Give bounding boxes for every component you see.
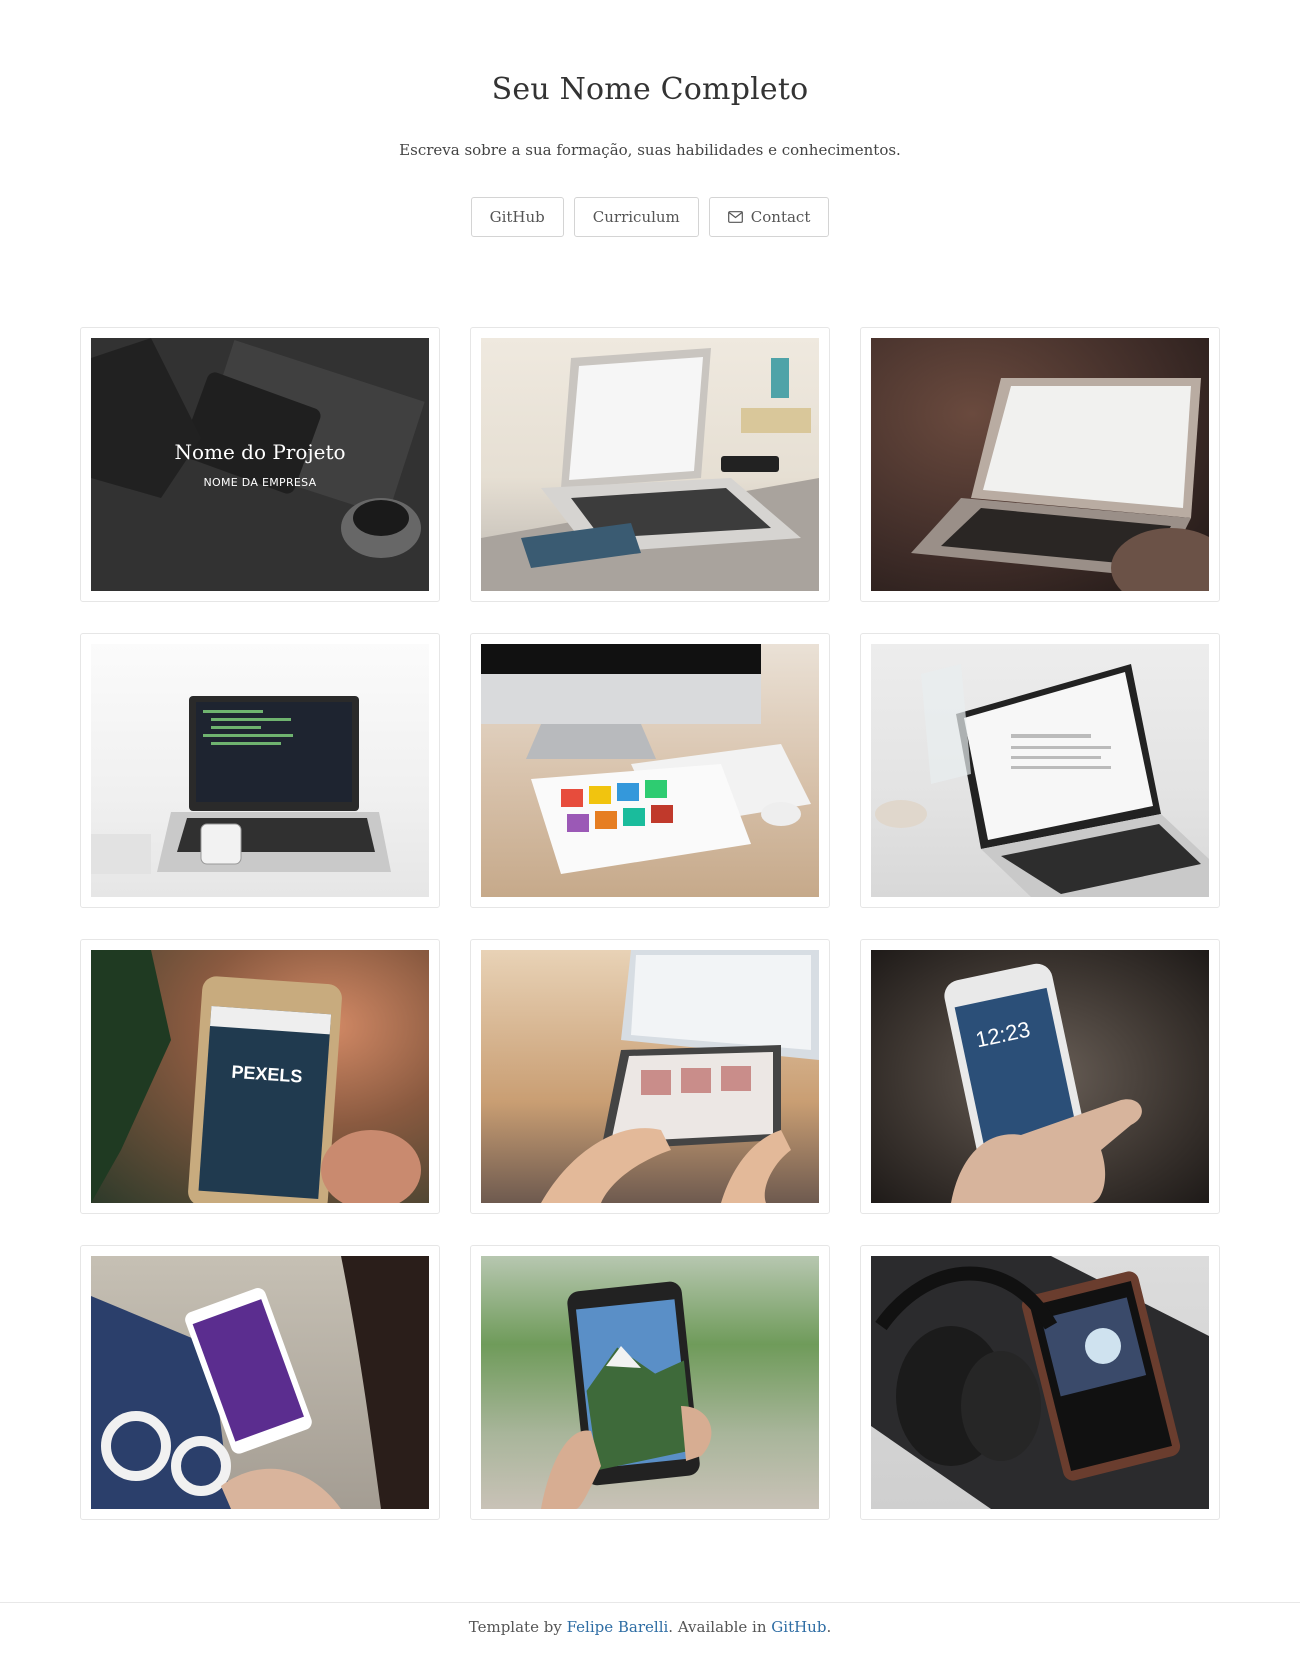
project-card[interactable] — [860, 1245, 1220, 1520]
project-image — [871, 338, 1209, 591]
author-link[interactable]: Felipe Barelli — [567, 1618, 669, 1636]
project-image — [481, 1256, 819, 1509]
project-image — [481, 644, 819, 897]
project-image: Nome do Projeto NOME DA EMPRESA — [91, 338, 429, 591]
project-image — [91, 1256, 429, 1509]
page-title: Seu Nome Completo — [491, 72, 809, 107]
project-title: Nome do Projeto — [174, 440, 346, 464]
laptop-photo — [911, 378, 1209, 591]
phone-photo — [541, 1281, 712, 1509]
phone-photo — [871, 1256, 1209, 1509]
contact-button-label: Contact — [750, 208, 811, 226]
project-company: NOME DA EMPRESA — [203, 476, 317, 489]
project-card[interactable]: PEXELS — [80, 939, 440, 1214]
tablet-photo — [541, 950, 819, 1203]
project-image: PEXELS — [91, 950, 429, 1203]
project-card[interactable]: Nome do Projeto NOME DA EMPRESA — [80, 327, 440, 602]
github-button[interactable]: GitHub — [470, 197, 564, 237]
project-image — [481, 338, 819, 591]
phone-photo: 12:23 — [944, 963, 1142, 1203]
project-image — [91, 644, 429, 897]
project-card[interactable] — [860, 633, 1220, 908]
project-card[interactable] — [470, 939, 830, 1214]
project-card[interactable]: 12:23 — [860, 939, 1220, 1214]
page-subtitle: Escreva sobre a sua formação, suas habil… — [399, 141, 901, 159]
footer-prefix: Template by — [468, 1618, 567, 1636]
project-image — [871, 1256, 1209, 1509]
header-buttons: GitHub Curriculum Contact — [0, 197, 1300, 237]
project-image: 12:23 — [871, 950, 1209, 1203]
laptop-photo — [875, 664, 1209, 897]
project-card[interactable] — [470, 327, 830, 602]
project-grid: Nome do Projeto NOME DA EMPRESA PEXELS 1… — [80, 327, 1220, 1520]
project-card[interactable] — [80, 633, 440, 908]
project-overlay: Nome do Projeto NOME DA EMPRESA — [91, 338, 429, 591]
footer-middle: . Available in — [668, 1618, 772, 1636]
tablet-photo — [481, 644, 811, 874]
footer-suffix: . — [826, 1618, 832, 1636]
project-card[interactable] — [80, 1245, 440, 1520]
laptop-photo — [91, 696, 391, 874]
github-button-label: GitHub — [489, 208, 545, 226]
phone-photo: PEXELS — [91, 950, 421, 1203]
project-image — [481, 950, 819, 1203]
project-card[interactable] — [470, 1245, 830, 1520]
envelope-icon — [727, 211, 743, 223]
project-card[interactable] — [470, 633, 830, 908]
page-header: Seu Nome Completo Escreva sobre a sua fo… — [0, 0, 1300, 237]
github-link[interactable]: GitHub — [771, 1618, 826, 1636]
curriculum-button[interactable]: Curriculum — [573, 197, 699, 237]
laptop-photo — [481, 348, 819, 591]
page-footer: Template by Felipe Barelli. Available in… — [0, 1602, 1300, 1653]
contact-button[interactable]: Contact — [708, 197, 830, 237]
project-card[interactable] — [860, 327, 1220, 602]
phone-photo — [91, 1256, 429, 1509]
project-image — [871, 644, 1209, 897]
curriculum-button-label: Curriculum — [592, 208, 680, 226]
